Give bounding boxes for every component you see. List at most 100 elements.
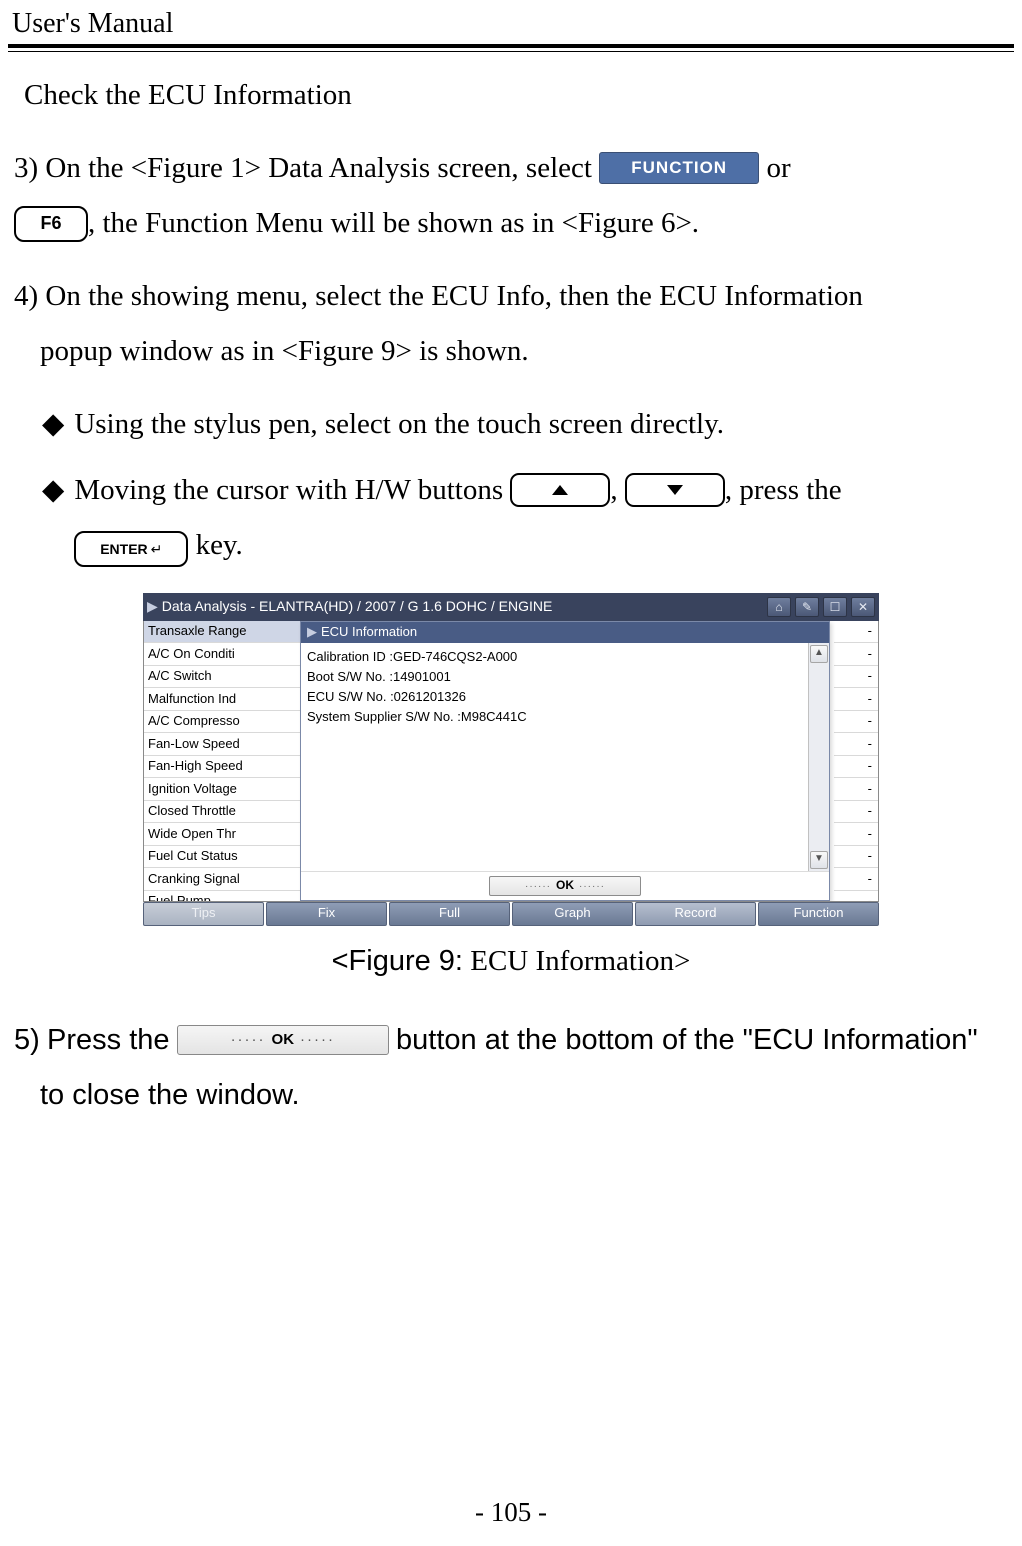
- scroll-up-icon[interactable]: ▲: [810, 645, 828, 663]
- step-4: 4) On the showing menu, select the ECU I…: [14, 269, 1008, 379]
- value-cell: -: [834, 801, 878, 824]
- value-cell: -: [834, 688, 878, 711]
- list-item[interactable]: A/C On Conditi: [144, 643, 300, 666]
- popup-ok-button[interactable]: OK: [489, 876, 641, 896]
- popup-line: System Supplier S/W No. :M98C441C: [307, 707, 802, 727]
- step3-text-pre: On the <Figure 1> Data Analysis screen, …: [45, 152, 592, 184]
- section-heading: Check the ECU Information: [24, 68, 1008, 123]
- graph-button[interactable]: Graph: [512, 902, 633, 926]
- bullet1-text: Using the stylus pen, select on the touc…: [74, 397, 1008, 452]
- page-number: - 105 -: [0, 1497, 1022, 1528]
- bullet2-tail: key.: [196, 529, 243, 561]
- value-cell: -: [834, 643, 878, 666]
- popup-content: Calibration ID :GED-746CQS2-A000 Boot S/…: [301, 643, 808, 871]
- list-item[interactable]: Transaxle Range: [144, 621, 300, 644]
- list-item[interactable]: A/C Compresso: [144, 711, 300, 734]
- value-cell: -: [834, 733, 878, 756]
- close-icon[interactable]: ✕: [851, 597, 875, 617]
- caption-tail: ECU Information>: [470, 945, 690, 977]
- figure-9: ▶ Data Analysis - ELANTRA(HD) / 2007 / G…: [143, 593, 879, 926]
- app-body: Transaxle Range A/C On Conditi A/C Switc…: [143, 621, 879, 902]
- step-5: 5) Press the OK button at the bottom of …: [14, 1013, 1008, 1123]
- value-cell: -: [834, 891, 878, 902]
- caption-head: <Figure 9:: [332, 945, 463, 977]
- function-button[interactable]: FUNCTION: [599, 152, 759, 184]
- step3-number: 3): [14, 141, 38, 196]
- step3-tail: , the Function Menu will be shown as in …: [88, 207, 699, 239]
- list-item[interactable]: Fan-Low Speed: [144, 733, 300, 756]
- full-button[interactable]: Full: [389, 902, 510, 926]
- ok-label: OK: [520, 874, 610, 897]
- bullet2-text: Moving the cursor with H/W buttons , , p…: [74, 463, 1008, 573]
- app-titlebar: ▶ Data Analysis - ELANTRA(HD) / 2007 / G…: [143, 593, 879, 621]
- bullet2-pre: Moving the cursor with H/W buttons: [74, 474, 503, 506]
- popup-titlebar: ▶ ECU Information: [301, 622, 829, 643]
- step5-pre: Press the: [47, 1024, 170, 1056]
- step4-number: 4): [14, 269, 38, 324]
- step5-number: 5): [14, 1013, 40, 1068]
- value-cell: -: [834, 823, 878, 846]
- ok-button[interactable]: OK: [177, 1025, 389, 1055]
- list-item[interactable]: Cranking Signal: [144, 868, 300, 891]
- popup-line: Calibration ID :GED-746CQS2-A000: [307, 647, 802, 667]
- page: User's Manual Check the ECU Information …: [0, 0, 1022, 1546]
- step-3: 3) On the <Figure 1> Data Analysis scree…: [14, 141, 1008, 251]
- right-area: - - - - - - - - - - - - -: [300, 621, 878, 901]
- step4-line2: popup window as in <Figure 9> is shown.: [40, 324, 529, 379]
- list-item[interactable]: Wide Open Thr: [144, 823, 300, 846]
- tool-icon[interactable]: ✎: [795, 597, 819, 617]
- bullet-2: ◆ Moving the cursor with H/W buttons , ,…: [42, 463, 1008, 573]
- bottom-toolbar: Tips Fix Full Graph Record Function: [143, 902, 879, 926]
- step4-line1: On the showing menu, select the ECU Info…: [45, 280, 862, 312]
- titlebar-arrow-icon: ▶: [147, 593, 158, 620]
- fix-button[interactable]: Fix: [266, 902, 387, 926]
- ecu-info-popup: ▶ ECU Information Calibration ID :GED-74…: [300, 621, 830, 901]
- header-rule: [8, 44, 1014, 52]
- window-icon[interactable]: ☐: [823, 597, 847, 617]
- titlebar-text: Data Analysis - ELANTRA(HD) / 2007 / G 1…: [162, 593, 553, 620]
- list-item[interactable]: Fan-High Speed: [144, 756, 300, 779]
- popup-footer: OK: [301, 871, 829, 900]
- list-item[interactable]: Malfunction Ind: [144, 688, 300, 711]
- tips-button[interactable]: Tips: [143, 902, 264, 926]
- value-cell: -: [834, 868, 878, 891]
- bullet-mark-icon: ◆: [42, 463, 74, 518]
- header: User's Manual: [8, 8, 1014, 42]
- popup-line: ECU S/W No. :0261201326: [307, 687, 802, 707]
- enter-key[interactable]: ENTER↵: [74, 531, 188, 567]
- value-cell: -: [834, 666, 878, 689]
- ok-label: OK: [225, 1026, 341, 1055]
- function-bottom-button[interactable]: Function: [758, 902, 879, 926]
- list-item[interactable]: Fuel Cut Status: [144, 846, 300, 869]
- arrow-up-key[interactable]: [510, 473, 610, 507]
- popup-line: Boot S/W No. :14901001: [307, 667, 802, 687]
- body: Check the ECU Information 3) On the <Fig…: [8, 68, 1014, 1123]
- step5-mid: button at the bottom of the "ECU Informa…: [396, 1024, 978, 1056]
- bullet2-comma: ,: [610, 474, 617, 506]
- popup-title-text: ECU Information: [321, 621, 417, 645]
- step5-tail: to close the window.: [40, 1068, 300, 1123]
- bullet-1: ◆ Using the stylus pen, select on the to…: [42, 397, 1008, 452]
- list-item[interactable]: Fuel Pump: [144, 891, 300, 902]
- record-button[interactable]: Record: [635, 902, 756, 926]
- arrow-down-key[interactable]: [625, 473, 725, 507]
- home-icon[interactable]: ⌂: [767, 597, 791, 617]
- bullet-mark-icon: ◆: [42, 397, 74, 452]
- data-list[interactable]: Transaxle Range A/C On Conditi A/C Switc…: [144, 621, 300, 901]
- list-item[interactable]: Closed Throttle: [144, 801, 300, 824]
- value-cell: -: [834, 621, 878, 644]
- bullet2-post: , press the: [725, 474, 842, 506]
- scroll-down-icon[interactable]: ▼: [810, 851, 828, 869]
- header-title: User's Manual: [12, 8, 173, 40]
- list-item[interactable]: Ignition Voltage: [144, 778, 300, 801]
- popup-body: Calibration ID :GED-746CQS2-A000 Boot S/…: [301, 643, 829, 871]
- value-cell: -: [834, 778, 878, 801]
- step3-or: or: [766, 152, 790, 184]
- list-item[interactable]: A/C Switch: [144, 666, 300, 689]
- value-column: - - - - - - - - - - - - -: [834, 621, 878, 901]
- enter-key-label: ENTER: [100, 536, 147, 563]
- f6-key[interactable]: F6: [14, 206, 88, 242]
- popup-scrollbar[interactable]: ▲ ▼: [808, 643, 829, 871]
- popup-arrow-icon: ▶: [307, 621, 317, 645]
- value-cell: -: [834, 756, 878, 779]
